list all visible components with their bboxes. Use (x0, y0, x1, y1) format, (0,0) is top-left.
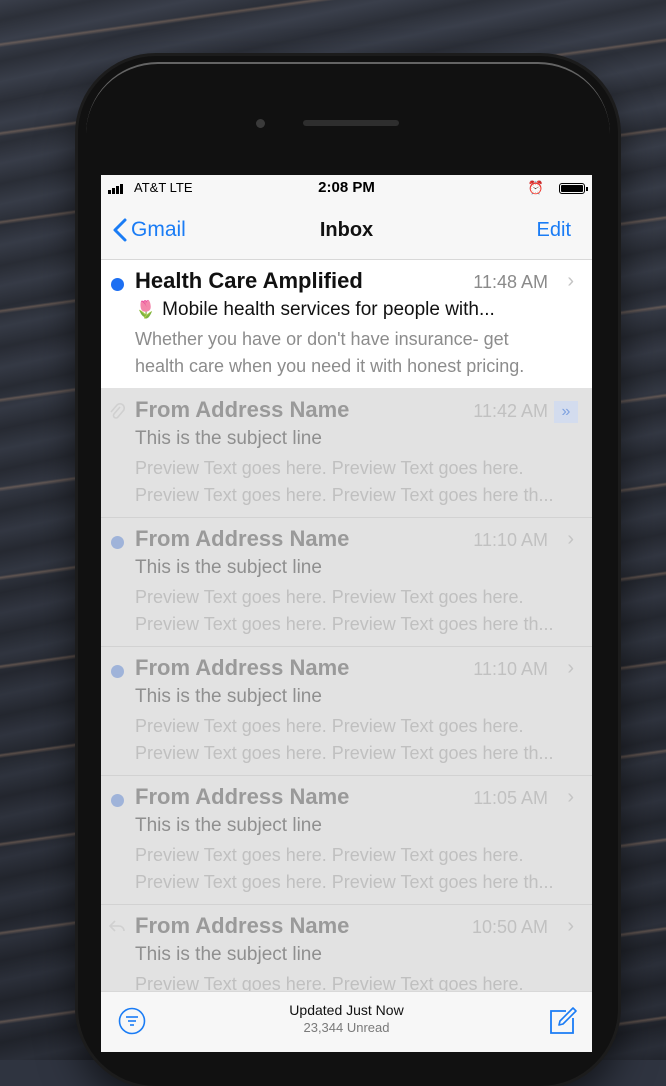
mail-preview-line: Preview Text goes here. Preview Text goe… (135, 614, 554, 634)
mail-from: From Address Name (135, 784, 350, 809)
chevron-right-icon: › (567, 786, 574, 808)
unread-count: 23,344 Unread (303, 1020, 390, 1035)
mail-preview-line: Preview Text goes here. Preview Text goe… (135, 845, 524, 865)
chevron-right-icon: › (567, 528, 574, 550)
mail-subject: This is the subject line (135, 944, 322, 965)
mail-time: 11:10 AM (473, 659, 548, 679)
mail-preview-line: health care when you need it with honest… (135, 356, 525, 376)
compose-icon[interactable] (546, 1005, 578, 1037)
status-bar: AT&T LTE 2:08 PM ⏰ (101, 175, 592, 203)
mail-preview: Preview Text goes here. Preview Text goe… (135, 455, 575, 509)
mail-preview-line: Preview Text goes here. Preview Text goe… (135, 743, 554, 763)
alarm-icon: ⏰ (527, 180, 544, 195)
mail-subject-text: Mobile health services for people with..… (162, 299, 495, 320)
mail-preview-line: Preview Text goes here. Preview Text goe… (135, 587, 524, 607)
mail-from: Health Care Amplified (135, 268, 363, 293)
unread-dot-icon (111, 665, 124, 678)
mail-row[interactable]: From Address Name 11:10 AM › This is the… (101, 647, 592, 776)
mail-time: 10:50 AM (471, 917, 548, 937)
mail-preview: Whether you have or don't have insurance… (135, 326, 575, 380)
paperclip-icon (109, 402, 126, 427)
tulip-emoji: 🌷 (135, 300, 157, 319)
chevron-right-icon: › (567, 270, 574, 292)
earpiece-speaker (303, 120, 399, 126)
mail-list: Health Care Amplified 11:48 AM › 🌷 Mobile… (101, 260, 592, 1034)
status-time: 2:08 PM (318, 179, 375, 196)
mail-preview-line: Whether you have or don't have insurance… (135, 329, 509, 349)
mail-row[interactable]: From Address Name 11:42 AM » This is the… (101, 389, 592, 518)
mail-subject: This is the subject line (135, 686, 322, 707)
double-chevron-icon[interactable]: » (554, 401, 578, 423)
battery-icon (559, 183, 588, 194)
mail-row[interactable]: From Address Name 11:10 AM › This is the… (101, 518, 592, 647)
updated-status: Updated Just Now (289, 1002, 404, 1018)
front-camera (256, 119, 265, 128)
nav-bar: Gmail Inbox Edit (101, 203, 592, 260)
mail-preview: Preview Text goes here. Preview Text goe… (135, 713, 575, 767)
mail-preview: Preview Text goes here. Preview Text goe… (135, 842, 575, 896)
mail-row[interactable]: Health Care Amplified 11:48 AM › 🌷 Mobile… (101, 260, 592, 389)
mail-from: From Address Name (135, 526, 350, 551)
mailbox-status: Updated Just Now 23,344 Unread (101, 1002, 592, 1035)
mail-from: From Address Name (135, 913, 350, 938)
mail-subject: 🌷 Mobile health services for people with.… (135, 299, 495, 321)
mail-time: 11:10 AM (473, 530, 548, 550)
mail-subject: This is the subject line (135, 815, 322, 836)
edit-button[interactable]: Edit (537, 219, 571, 242)
mail-preview-line: Preview Text goes here. Preview Text goe… (135, 716, 524, 736)
mail-subject: This is the subject line (135, 428, 322, 449)
unread-dot-icon (111, 536, 124, 549)
mail-from: From Address Name (135, 655, 350, 680)
mail-from: From Address Name (135, 397, 350, 422)
mail-row[interactable]: From Address Name 11:05 AM › This is the… (101, 776, 592, 905)
mail-subject: This is the subject line (135, 557, 322, 578)
mail-time: 11:05 AM (473, 788, 548, 808)
mail-time: 11:42 AM (473, 401, 548, 421)
mail-time: 11:48 AM (473, 272, 548, 292)
unread-dot-icon (111, 794, 124, 807)
mail-screen: AT&T LTE 2:08 PM ⏰ Gmail Inbox Edit Heal… (101, 175, 592, 1052)
mail-preview: Preview Text goes here. Preview Text goe… (135, 584, 575, 638)
bottom-toolbar: Updated Just Now 23,344 Unread (101, 991, 592, 1052)
mail-preview-line: Preview Text goes here. Preview Text goe… (135, 485, 554, 505)
reply-icon (108, 918, 125, 939)
unread-dot-icon (111, 278, 124, 291)
mail-preview-line: Preview Text goes here. Preview Text goe… (135, 458, 524, 478)
chevron-right-icon: › (567, 657, 574, 679)
page-title: Inbox (319, 219, 374, 241)
mail-preview-line: Preview Text goes here. Preview Text goe… (135, 872, 554, 892)
chevron-right-icon: › (567, 915, 574, 937)
